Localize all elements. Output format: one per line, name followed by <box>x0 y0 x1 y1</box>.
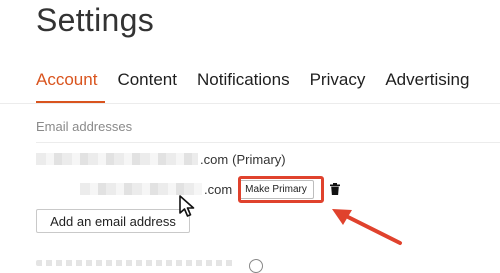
page-title: Settings <box>36 2 155 38</box>
trash-icon[interactable] <box>329 183 340 195</box>
tab-advertising[interactable]: Advertising <box>385 70 469 94</box>
redacted-email-secondary <box>80 183 202 195</box>
tab-divider <box>0 103 500 104</box>
section-divider <box>36 142 500 143</box>
redacted-email-primary <box>36 153 198 165</box>
info-icon <box>249 259 263 273</box>
email-section-label: Email addresses <box>36 119 133 134</box>
secondary-email-domain: .com <box>204 181 233 197</box>
partially-visible-row <box>36 260 236 266</box>
primary-email-row: .com (Primary) <box>36 150 286 168</box>
settings-tabs: Account Content Notifications Privacy Ad… <box>36 70 500 94</box>
primary-status: (Primary) <box>232 151 286 167</box>
tab-account[interactable]: Account <box>36 70 97 94</box>
tab-content[interactable]: Content <box>117 70 177 94</box>
tab-notifications[interactable]: Notifications <box>197 70 290 94</box>
primary-email-domain: .com <box>200 151 229 167</box>
mouse-cursor-icon <box>179 195 195 217</box>
tab-privacy[interactable]: Privacy <box>310 70 366 94</box>
annotation-arrow-icon <box>332 209 402 245</box>
annotation-highlight-box <box>238 176 324 203</box>
add-email-button[interactable]: Add an email address <box>36 209 190 233</box>
